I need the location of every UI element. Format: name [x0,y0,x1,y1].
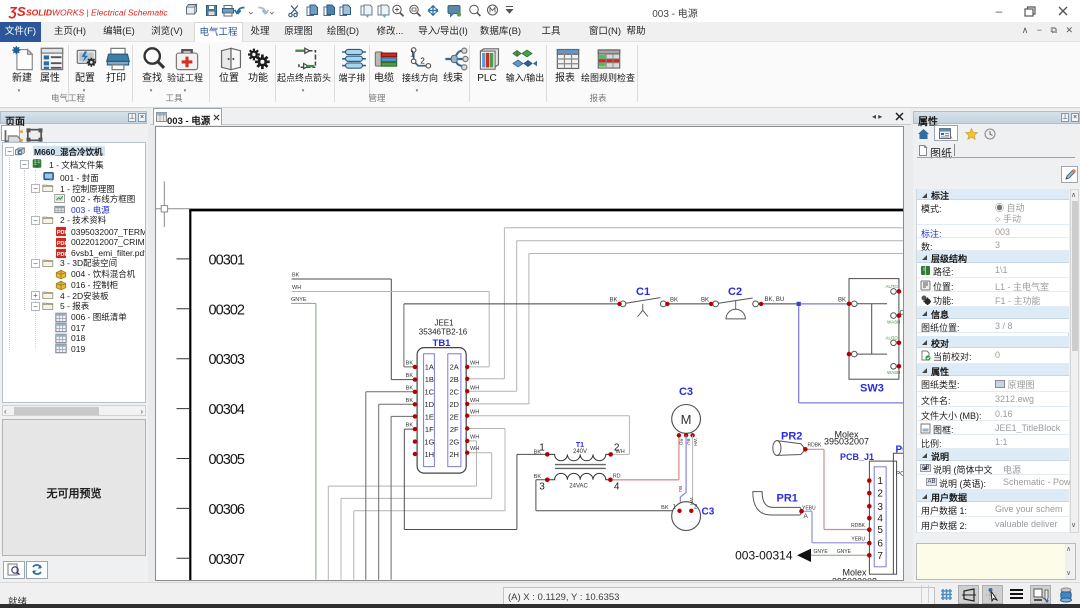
svg-text:PDF: PDF [57,230,67,236]
svg-text:BK: BK [670,297,678,303]
svg-text:00306: 00306 [209,502,246,518]
svg-text:2E: 2E [450,413,459,422]
svg-text:00305: 00305 [209,452,246,468]
svg-text:T1: T1 [576,442,584,449]
svg-text:6: 6 [877,539,883,550]
svg-text:PR1: PR1 [777,493,798,505]
svg-text:1E: 1E [425,413,434,422]
svg-text:JEE1: JEE1 [434,319,454,328]
svg-text:WH: WH [616,449,625,455]
svg-text:GNYE: GNYE [814,549,829,555]
svg-text:2: 2 [420,57,424,66]
svg-text:1C: 1C [425,388,435,397]
svg-text:WH: WH [470,360,479,366]
svg-text:BK: BK [292,273,300,279]
svg-text:GNYE: GNYE [291,297,307,303]
svg-text:WASH: WASH [887,320,900,325]
svg-text:BU: BU [678,486,683,492]
svg-text:2B: 2B [450,375,459,384]
svg-text:4: 4 [877,514,883,525]
svg-text:3: 3 [539,482,545,493]
svg-text:00307: 00307 [209,552,246,568]
svg-text:ƷS: ƷS [8,4,26,19]
svg-text:2D: 2D [449,400,459,409]
svg-text:BK: BK [406,360,414,366]
svg-text:RD: RD [679,439,684,446]
svg-text:BK: BK [701,297,709,303]
svg-text:WH: WH [470,410,479,416]
svg-text:395032007: 395032007 [824,437,869,447]
svg-text:BK: BK [406,385,414,391]
svg-text:RDBK: RDBK [808,443,823,449]
svg-text:PDF: PDF [57,251,67,257]
svg-text:PCB_J1: PCB_J1 [840,452,874,462]
svg-text:2G: 2G [449,438,459,447]
svg-text:1: 1 [877,476,883,487]
svg-text:2H: 2H [449,450,459,459]
svg-text:BK: BK [406,398,414,404]
svg-text:1A: 1A [425,363,434,372]
svg-text:PDF: PDF [57,240,67,246]
svg-text:WH: WH [470,385,479,391]
svg-text:5: 5 [877,525,883,536]
svg-text:AUTO: AUTO [886,336,899,341]
svg-text:BK: BK [609,297,617,303]
svg-text:4: 4 [614,482,620,493]
svg-text:WH: WH [470,434,479,440]
svg-text:AUTO: AUTO [886,284,899,289]
svg-text:BK, BU: BK, BU [765,297,785,303]
svg-text:1B: 1B [425,375,434,384]
svg-text:RD: RD [613,474,621,480]
svg-text:WH: WH [689,498,694,506]
svg-text:00303: 00303 [209,352,246,368]
svg-text:2C: 2C [449,388,459,397]
svg-text:WH: WH [470,398,479,404]
svg-text:M: M [681,412,692,427]
svg-text:WH: WH [292,285,301,291]
svg-text:BK: BK [534,450,542,456]
svg-text:1G: 1G [424,438,434,447]
svg-text:1H: 1H [425,450,435,459]
svg-text:BK: BK [406,423,414,429]
svg-text:YEBU: YEBU [851,537,865,543]
svg-text:003-00314: 003-00314 [735,548,793,562]
svg-text:BK: BK [838,297,846,303]
svg-text:00304: 00304 [209,402,246,418]
svg-text:BK: BK [534,474,542,480]
svg-text:WH: WH [693,439,698,447]
svg-text:24VAC: 24VAC [569,484,588,490]
svg-text:BK: BK [661,505,669,511]
svg-text:2A: 2A [450,363,459,372]
svg-text:C3: C3 [702,507,715,518]
svg-text:SOLID: SOLID [26,8,52,18]
svg-text:00301: 00301 [209,252,246,268]
svg-text:00302: 00302 [209,302,246,318]
svg-text:2: 2 [877,489,883,500]
svg-text:3: 3 [877,502,883,513]
svg-text:1D: 1D [425,400,435,409]
svg-text:1F: 1F [425,425,434,434]
svg-text:WASH: WASH [887,370,900,375]
svg-text:C3: C3 [679,386,693,398]
svg-text:7: 7 [877,551,883,562]
svg-text:SW3: SW3 [860,383,884,395]
svg-text:PC: PC [896,444,904,455]
svg-text:WORKS | Electrical Schematic: WORKS | Electrical Schematic [52,8,168,18]
svg-text:240V: 240V [573,449,587,455]
svg-text:PR2: PR2 [781,431,802,443]
svg-text:C2: C2 [728,286,742,298]
svg-text:TB1: TB1 [433,338,452,349]
svg-text:WH: WH [470,446,479,452]
svg-text:BK: BK [406,373,414,379]
svg-text:RDBK: RDBK [851,523,866,529]
svg-text:A: A [804,513,809,520]
svg-text:PCI: PCI [896,471,903,478]
svg-text:2F: 2F [450,425,459,434]
svg-text:395032008: 395032008 [832,577,877,581]
svg-text:1: 1 [410,50,415,59]
svg-text:C1: C1 [636,286,650,298]
svg-text:GNYE: GNYE [837,549,852,555]
svg-text:YEBU: YEBU [802,505,816,511]
svg-text:35346TB2-16: 35346TB2-16 [419,328,468,337]
